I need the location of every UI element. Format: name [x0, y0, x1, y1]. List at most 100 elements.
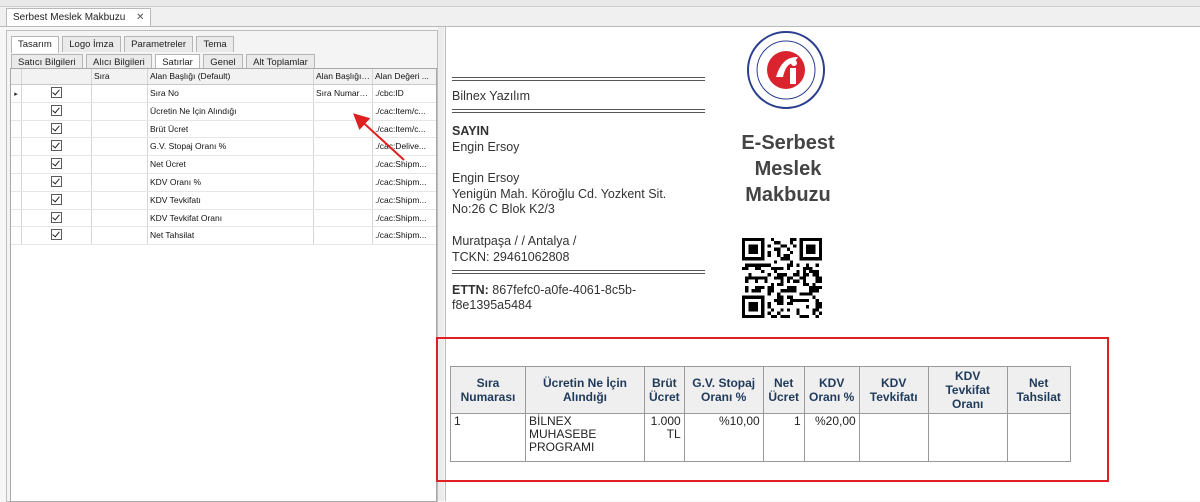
cell-value[interactable]: ./cac:Shipm... — [373, 174, 435, 191]
grid-header-sira[interactable]: Sıra — [92, 69, 148, 84]
cell-custom-title[interactable] — [314, 227, 373, 245]
cell-value[interactable]: ./cac:Item/c... — [373, 103, 435, 120]
visible-checkbox[interactable] — [22, 209, 92, 227]
table-row[interactable]: G.V. Stopaj Oranı % ./cac:Delive... — [11, 138, 436, 157]
cell-custom-title[interactable] — [314, 120, 373, 138]
recipient-name: Engin Ersoy — [452, 140, 520, 154]
cell-desc: BİLNEX MUHASEBE PROGRAMI — [525, 413, 645, 462]
cell-default-title[interactable]: Sıra No — [148, 85, 314, 102]
table-row[interactable]: Ücretin Ne İçin Alındığı ./cac:Item/c... — [11, 102, 436, 121]
cell-value[interactable]: ./cbc:ID — [373, 85, 435, 102]
cell-default-title[interactable]: KDV Oranı % — [148, 173, 314, 191]
invoice-header-cell: Net Ücret — [762, 366, 805, 414]
cell-value[interactable]: ./cac:Shipm... — [373, 192, 435, 209]
divider — [452, 77, 705, 81]
header-line: Oranı % — [809, 390, 855, 404]
visible-checkbox[interactable] — [22, 102, 92, 120]
checkbox-checked-icon — [51, 211, 62, 223]
checkbox-checked-icon — [51, 175, 62, 187]
cell-sira[interactable] — [92, 173, 148, 191]
tab-tasarim[interactable]: Tasarım — [11, 36, 59, 53]
row-indicator — [11, 138, 22, 156]
visible-checkbox[interactable] — [22, 120, 92, 138]
row-indicator — [11, 102, 22, 120]
table-row[interactable]: KDV Tevkifat Oranı ./cac:Shipm... — [11, 209, 436, 228]
grid-header-custom-title[interactable]: Alan Başlığı ... — [314, 69, 373, 84]
table-row[interactable]: Net Tahsilat ./cac:Shipm... — [11, 227, 436, 246]
cell-custom-title[interactable]: Sıra Numarası — [314, 85, 373, 102]
visible-checkbox[interactable] — [22, 227, 92, 245]
checkbox-checked-icon — [51, 193, 62, 205]
cell-default-title[interactable]: KDV Tevkifatı — [148, 191, 314, 209]
cell-default-title[interactable]: KDV Tevkifat Oranı — [148, 209, 314, 227]
tab-tema[interactable]: Tema — [196, 36, 234, 52]
cell-value[interactable]: ./cac:Item/c... — [373, 121, 435, 138]
cell-value[interactable]: ./cac:Delive... — [373, 138, 435, 155]
visible-checkbox[interactable] — [22, 138, 92, 156]
cell-default-title[interactable]: Net Tahsilat — [148, 227, 314, 245]
table-row[interactable]: KDV Tevkifatı ./cac:Shipm... — [11, 191, 436, 210]
checkbox-checked-icon — [51, 229, 62, 241]
table-row[interactable]: KDV Oranı % ./cac:Shipm... — [11, 173, 436, 192]
cell-sira[interactable] — [92, 85, 148, 102]
cell-sira[interactable] — [92, 191, 148, 209]
fields-grid: Sıra Alan Başlığı (Default) Alan Başlığı… — [10, 68, 437, 502]
cell-default-title[interactable]: G.V. Stopaj Oranı % — [148, 138, 314, 156]
tckn-line: TCKN: 29461062808 — [452, 250, 570, 264]
ettn-value: 867fefc0-a0fe-4061-8c5b- — [492, 283, 637, 297]
visible-checkbox[interactable] — [22, 156, 92, 173]
cell-sira[interactable] — [92, 227, 148, 245]
tab-logo-imza[interactable]: Logo İmza — [62, 36, 121, 52]
cell-value[interactable]: ./cac:Shipm... — [373, 156, 435, 173]
tab-parametreler[interactable]: Parametreler — [124, 36, 193, 52]
row-indicator — [11, 156, 22, 173]
address-line2: No:26 C Blok K2/3 — [452, 202, 555, 216]
header-line: KDV — [819, 376, 845, 390]
cell-custom-title[interactable] — [314, 209, 373, 227]
cell-value[interactable]: ./cac:Shipm... — [373, 210, 435, 227]
cell-default-title[interactable]: Brüt Ücret — [148, 120, 314, 138]
ettn-value-2: f8e1395a5484 — [452, 298, 532, 312]
cell-sira[interactable] — [92, 209, 148, 227]
close-icon[interactable]: ✕ — [136, 12, 144, 23]
gib-logo-icon — [747, 31, 825, 109]
header-line: Oranı — [952, 397, 984, 411]
divider — [452, 109, 705, 113]
visible-checkbox[interactable] — [22, 85, 92, 102]
cell-custom-title[interactable] — [314, 173, 373, 191]
title-line-3: Makbuzu — [745, 184, 831, 206]
cell-custom-title[interactable] — [314, 156, 373, 173]
visible-checkbox[interactable] — [22, 191, 92, 209]
invoice-header-cell: KDV Tevkifat Oranı — [927, 366, 1008, 414]
cell-sira[interactable] — [92, 120, 148, 138]
cell-custom-title[interactable] — [314, 138, 373, 156]
cell-custom-title[interactable] — [314, 191, 373, 209]
row-indicator — [11, 191, 22, 209]
cell-sira[interactable] — [92, 138, 148, 156]
row-indicator — [11, 227, 22, 245]
grid-header-value[interactable]: Alan Değeri ... — [373, 69, 435, 84]
cell-custom-title[interactable] — [314, 102, 373, 120]
cell-default-title[interactable]: Net Ücret — [148, 156, 314, 173]
cell-value[interactable]: ./cac:Shipm... — [373, 227, 435, 244]
invoice-header-cell: KDV Tevkifatı — [858, 366, 929, 414]
cell-sira[interactable] — [92, 102, 148, 120]
designer-tabs: Tasarım Logo İmza Parametreler Tema — [11, 34, 234, 53]
header-line: G.V. Stopaj — [692, 376, 756, 390]
row-indicator — [11, 209, 22, 227]
table-row[interactable]: Brüt Ücret ./cac:Item/c... — [11, 120, 436, 139]
grid-body: ▸ Sıra No Sıra Numarası ./cbc:ID Ücretin Ne … — [11, 85, 436, 246]
grid-header-default-title[interactable]: Alan Başlığı (Default) — [148, 69, 314, 84]
visible-checkbox[interactable] — [22, 173, 92, 191]
cell-default-title[interactable]: Ücretin Ne İçin Alındığı — [148, 102, 314, 120]
seller-name: Bilnex Yazılım — [452, 89, 531, 103]
cell-sira[interactable] — [92, 156, 148, 173]
document-tab[interactable]: Serbest Meslek Makbuzu ✕ — [6, 8, 152, 27]
table-row[interactable]: Net Ücret ./cac:Shipm... — [11, 156, 436, 174]
header-line: Numarası — [460, 390, 516, 404]
desc-line-3: PROGRAMI — [529, 440, 595, 454]
header-line: Net — [774, 376, 794, 390]
table-row[interactable]: ▸ Sıra No Sıra Numarası ./cbc:ID — [11, 85, 436, 103]
cell-tevkifat — [858, 413, 929, 462]
grid-header-visible[interactable] — [22, 69, 92, 84]
